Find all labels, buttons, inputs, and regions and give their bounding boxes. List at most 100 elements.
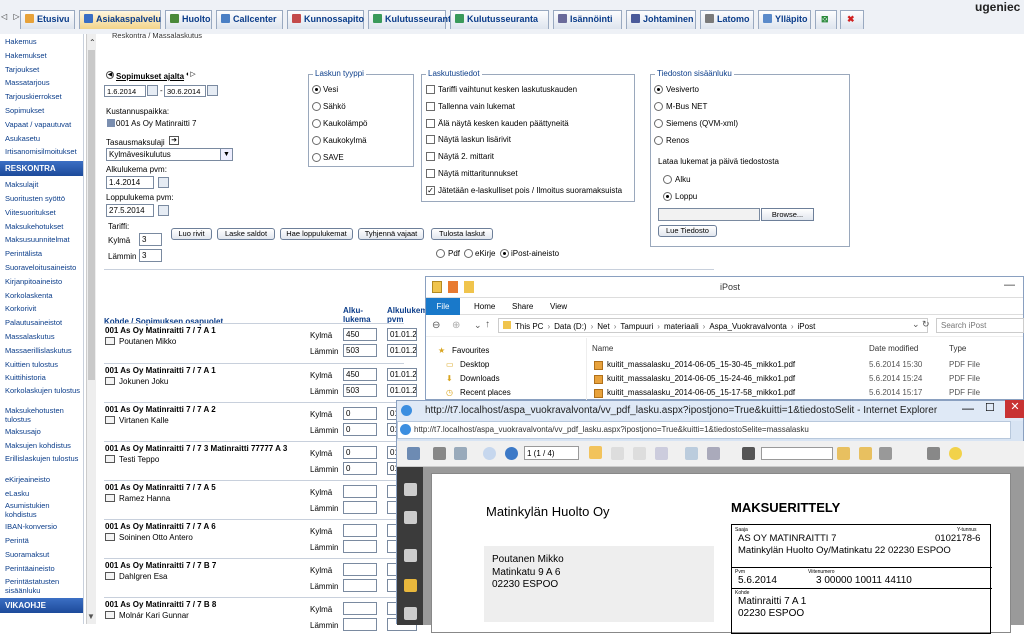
spreadsheet-icon[interactable]: ⊠ — [815, 10, 837, 29]
chevron-down-icon[interactable]: ⌄ — [912, 319, 920, 330]
refresh-icon[interactable]: ↻ — [922, 319, 930, 330]
lammin-reading-input[interactable]: 503 — [343, 384, 377, 397]
tab-callcenter[interactable]: Callcenter — [216, 10, 283, 29]
column-type-header[interactable]: Type — [949, 344, 966, 353]
kylma-reading-input[interactable] — [343, 524, 377, 537]
sidebar-item[interactable]: Perintäaineisto — [0, 562, 83, 576]
ie-url-bar[interactable]: http://t7.localhost/aspa_vuokravalvonta/… — [397, 421, 1011, 439]
row-target[interactable]: 001 As Oy Matinraitti 7 / 7 B 8 — [105, 600, 216, 609]
billing-option-checkbox[interactable] — [426, 118, 435, 128]
collapse-icon[interactable]: ⌃ — [89, 38, 96, 47]
sidebar-item[interactable]: Korkorivit — [0, 302, 83, 316]
ribbon-tab-file[interactable]: File — [426, 298, 460, 315]
sidebar-scrollbar[interactable] — [86, 34, 96, 624]
tab-scroll-arrows-icon[interactable]: ◁ ▷ — [1, 12, 22, 21]
kylma-reading-input[interactable]: 0 — [343, 407, 377, 420]
output-ipost-radio[interactable] — [500, 249, 509, 258]
ribbon-tab-view[interactable]: View — [550, 302, 567, 311]
sidebar-item[interactable]: Tarjoukset — [0, 63, 83, 77]
kylma-reading-input[interactable]: 0 — [343, 446, 377, 459]
row-target[interactable]: 001 As Oy Matinraitti 7 / 7 3 Matinraitt… — [105, 444, 287, 453]
tab-ylläpito[interactable]: Ylläpito — [758, 10, 811, 29]
output-pdf-radio[interactable] — [436, 249, 445, 258]
tab-kunnossapito[interactable]: Kunnossapito — [287, 10, 364, 29]
next-result-icon[interactable] — [859, 447, 872, 460]
column-date-header[interactable]: Date modified — [869, 344, 918, 353]
address-bar[interactable]: This PC › Data (D:) › Net › Tampuuri › materiaal… — [498, 318, 928, 333]
sidebar-item[interactable]: Maksusuunnitelmat — [0, 233, 83, 247]
nav-item[interactable]: Desktop — [460, 360, 489, 369]
sidebar-item[interactable]: eKirjeaineisto — [0, 473, 83, 487]
sidebar-item[interactable]: Tarjouskierrokset — [0, 90, 83, 104]
sidebar-item[interactable]: eLasku — [0, 487, 83, 501]
import-format-radio[interactable] — [654, 85, 663, 94]
pages-icon[interactable] — [404, 483, 417, 496]
ribbon-tab-share[interactable]: Share — [512, 302, 533, 311]
comments-icon[interactable] — [404, 579, 417, 592]
sidebar-item[interactable]: Hakemus — [0, 35, 83, 49]
sidebar-item[interactable]: Asumistukien kohdistus — [0, 500, 83, 520]
sidebar-item[interactable]: Kuittihistoria — [0, 371, 83, 385]
sidebar-item[interactable]: Perintästatusten sisäänluku — [0, 576, 83, 596]
calendar-icon[interactable] — [147, 85, 158, 96]
select-tool-icon[interactable] — [611, 447, 624, 460]
tab-etusivu[interactable]: Etusivu — [20, 10, 75, 29]
file-date-position-radio[interactable] — [663, 175, 672, 184]
back-icon[interactable]: ⊖ — [432, 320, 440, 331]
kylma-date-input[interactable]: 01.01.20 — [387, 368, 417, 381]
sidebar-item[interactable]: Suoritusten syöttö — [0, 192, 83, 206]
search-input[interactable]: Search iPost — [936, 318, 1024, 333]
calendar-icon[interactable] — [158, 205, 169, 216]
calendar-icon[interactable] — [207, 85, 218, 96]
calendar-icon[interactable] — [158, 177, 169, 188]
sidebar-item[interactable]: Korkolaskujen tulostus — [0, 385, 83, 405]
print-icon[interactable] — [433, 447, 446, 460]
find-input[interactable] — [761, 447, 833, 460]
comment-icon[interactable] — [949, 447, 962, 460]
bookmarks-icon[interactable] — [404, 511, 417, 524]
file-name[interactable]: kuitit_massalasku_2014-06-05_15-17-58_mi… — [607, 388, 795, 397]
hand-tool-icon[interactable] — [589, 446, 602, 459]
billing-option-checkbox[interactable] — [426, 169, 435, 178]
sidebar-item[interactable]: Suoraveloitusaineisto — [0, 261, 83, 275]
lammin-date-input[interactable]: 01.01.20 — [387, 384, 417, 397]
path-segment[interactable]: Tampuuri — [620, 322, 653, 331]
invoice-type-radio[interactable] — [312, 85, 321, 94]
scroll-down-icon[interactable]: ▼ — [87, 612, 95, 621]
kylma-reading-input[interactable] — [343, 563, 377, 576]
sidebar-item[interactable]: Suoramaksut — [0, 548, 83, 562]
kylma-date-input[interactable]: 01.01.20 — [387, 328, 417, 341]
lammin-reading-input[interactable] — [343, 579, 377, 592]
sidebar-item[interactable]: Asukasetu — [0, 132, 83, 146]
sidebar-item[interactable]: IBAN-konversio — [0, 520, 83, 534]
invoice-type-radio[interactable] — [312, 102, 321, 111]
sidebar-item[interactable]: Maksukehotusten tulostus — [0, 405, 83, 425]
tab-kulutusseuranta[interactable]: Kulutusseuranta — [450, 10, 549, 29]
sidebar-item[interactable]: Sopimukset — [0, 104, 83, 118]
pointer-icon[interactable] — [633, 447, 646, 460]
chevron-down-icon[interactable]: ⌄ — [474, 320, 482, 331]
open-link-icon[interactable]: ➜ — [169, 136, 179, 145]
date-to-input[interactable]: 30.6.2014 — [164, 85, 206, 97]
file-date-position-radio[interactable] — [663, 192, 672, 201]
billing-option-checkbox[interactable]: ✓ — [426, 185, 435, 195]
tab-asiakaspalvelu[interactable]: Asiakaspalvelu — [79, 10, 161, 29]
lammin-reading-input[interactable]: 503 — [343, 344, 377, 357]
tab-isännöinti[interactable]: Isännöinti — [553, 10, 622, 29]
find-icon[interactable] — [742, 447, 755, 460]
lammin-reading-input[interactable] — [343, 501, 377, 514]
sidebar-item[interactable]: Vapaat / vapautuvat — [0, 118, 83, 132]
page-up-icon[interactable] — [483, 447, 496, 460]
tab-kulutusseuranta[interactable]: Kulutusseuranta — [368, 10, 456, 29]
tab-johtaminen[interactable]: Johtaminen — [626, 10, 696, 29]
import-format-radio[interactable] — [654, 102, 663, 111]
sidebar-item[interactable]: Palautusaineistot — [0, 316, 83, 330]
file-name[interactable]: kuitit_massalasku_2014-06-05_15-30-45_mi… — [607, 360, 795, 369]
clear-readings-button[interactable]: Tyhjennä vajaat — [358, 228, 424, 240]
row-target[interactable]: 001 As Oy Matinraitti 7 / 7 A 5 — [105, 483, 216, 492]
browse-button[interactable]: Browse... — [761, 208, 814, 221]
kylma-reading-input[interactable]: 450 — [343, 368, 377, 381]
sidebar-item[interactable]: Erillislaskujen tulostus — [0, 453, 83, 473]
nav-item[interactable]: Favourites — [452, 346, 489, 355]
end-reading-date-input[interactable]: 27.5.2014 — [106, 204, 154, 217]
